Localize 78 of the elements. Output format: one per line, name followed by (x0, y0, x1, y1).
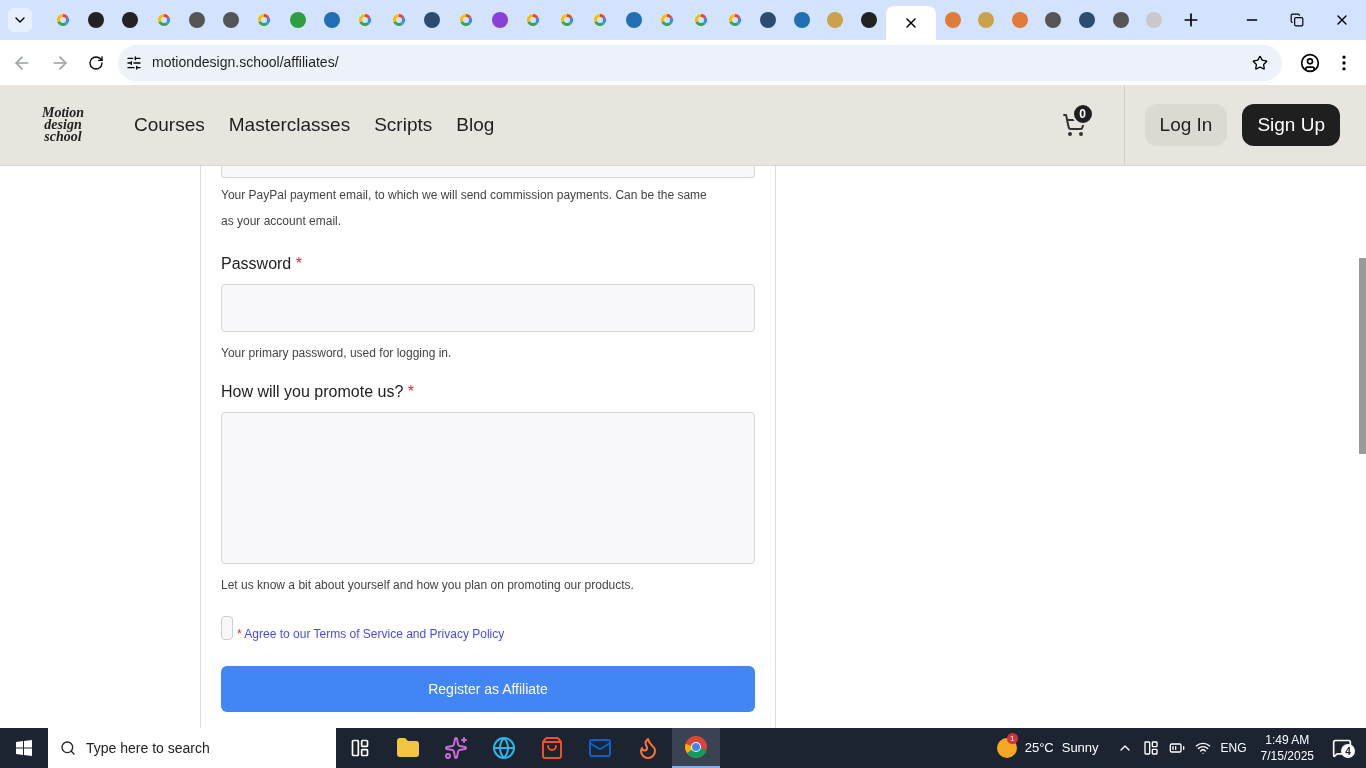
nav-link[interactable]: Blog (456, 110, 495, 140)
temperature-text: 25°C (1024, 739, 1054, 758)
nav-link[interactable]: Masterclasses (228, 110, 351, 140)
log-in-button[interactable]: Log In (1144, 104, 1228, 146)
favicon-icon (978, 12, 995, 28)
google-icon (726, 12, 743, 28)
google-icon (659, 12, 676, 28)
battery-icon[interactable] (1168, 740, 1185, 756)
field-hint: Your PayPal payment email, to which we will send commission payments. Can be the same as your account email. (221, 187, 708, 230)
favicon-icon (861, 12, 878, 28)
google-icon (390, 12, 407, 28)
bookmark-icon[interactable] (1252, 54, 1268, 71)
google-icon (155, 12, 172, 28)
taskbar-search-field[interactable]: Type here to search (48, 728, 336, 768)
chrome-icon (684, 735, 708, 759)
favicon-icon (1011, 12, 1028, 28)
sign-up-button[interactable]: Sign Up (1242, 104, 1340, 146)
google-icon (256, 12, 273, 28)
input-field[interactable] (221, 166, 755, 178)
google-icon (558, 12, 575, 28)
field-hint: Let us know a bit about yourself and how you plan on promoting our products. (221, 577, 635, 594)
favicon-icon (1045, 12, 1062, 28)
search-icon (60, 740, 76, 756)
google-icon (592, 12, 609, 28)
google-icon (457, 12, 474, 28)
url-text: motiondesign.school/affiliates/ (152, 53, 339, 72)
nav-link[interactable]: Courses (134, 110, 205, 140)
sparkle-icon (444, 736, 468, 760)
favicon-icon (122, 12, 138, 28)
clock[interactable]: 1:49 AM 7/15/2025 (1260, 732, 1314, 764)
favicon-icon (625, 12, 642, 28)
favicon-icon (1079, 12, 1095, 28)
scrollbar-thumb[interactable] (1359, 258, 1366, 454)
sun-icon (996, 738, 1017, 758)
field-label: Password * (221, 254, 303, 274)
google-icon (525, 12, 542, 28)
weather-badge: 1 (1006, 733, 1018, 744)
wifi-icon[interactable] (1194, 740, 1211, 756)
favicon-icon (491, 12, 508, 28)
restore-icon[interactable] (1290, 13, 1304, 27)
favicon-icon (289, 12, 306, 28)
bag-icon (540, 736, 564, 760)
nav-link[interactable]: Scripts (374, 110, 433, 140)
mail-icon (588, 736, 612, 760)
tab-list-button[interactable] (8, 8, 32, 32)
favicon-icon (189, 12, 206, 28)
google-icon (54, 12, 71, 28)
favicon-icon (793, 12, 810, 28)
site-logo[interactable]: Motion design school (32, 107, 94, 143)
site-info-icon[interactable] (126, 54, 142, 71)
cart-count-badge: 0 (1071, 103, 1094, 125)
notification-badge: 4 (1341, 744, 1355, 758)
reload-icon[interactable] (88, 54, 104, 71)
favicon-icon (88, 12, 105, 28)
favicon-icon (424, 12, 441, 28)
field-label: How will you promote us? * (221, 382, 415, 402)
field-hint: Your primary password, used for logging in. (221, 345, 453, 362)
language-indicator[interactable]: ENG (1220, 739, 1247, 757)
favicon-icon (323, 12, 340, 28)
weather-condition: Sunny (1061, 739, 1099, 758)
start-icon[interactable] (16, 740, 32, 756)
favicon-icon (1146, 12, 1163, 28)
favicon-icon (827, 12, 844, 28)
google-icon (357, 12, 374, 28)
favicon-icon (222, 12, 239, 28)
register-button[interactable]: Register as Affiliate (221, 666, 755, 712)
profile-icon[interactable] (1300, 52, 1320, 73)
address-bar[interactable]: motiondesign.school/affiliates/ (118, 44, 1282, 81)
favicon-icon (1112, 12, 1129, 28)
agree-label[interactable]: * Agree to our Terms of Service and Privacy Policy (237, 625, 505, 643)
input-field[interactable] (221, 284, 755, 332)
google-icon (693, 12, 710, 28)
task-view-icon (350, 738, 370, 758)
folder-icon (396, 736, 420, 760)
favicon-icon (760, 12, 777, 28)
globe-icon (492, 736, 516, 760)
agree-checkbox[interactable] (221, 616, 233, 640)
favicon-icon (944, 12, 961, 28)
